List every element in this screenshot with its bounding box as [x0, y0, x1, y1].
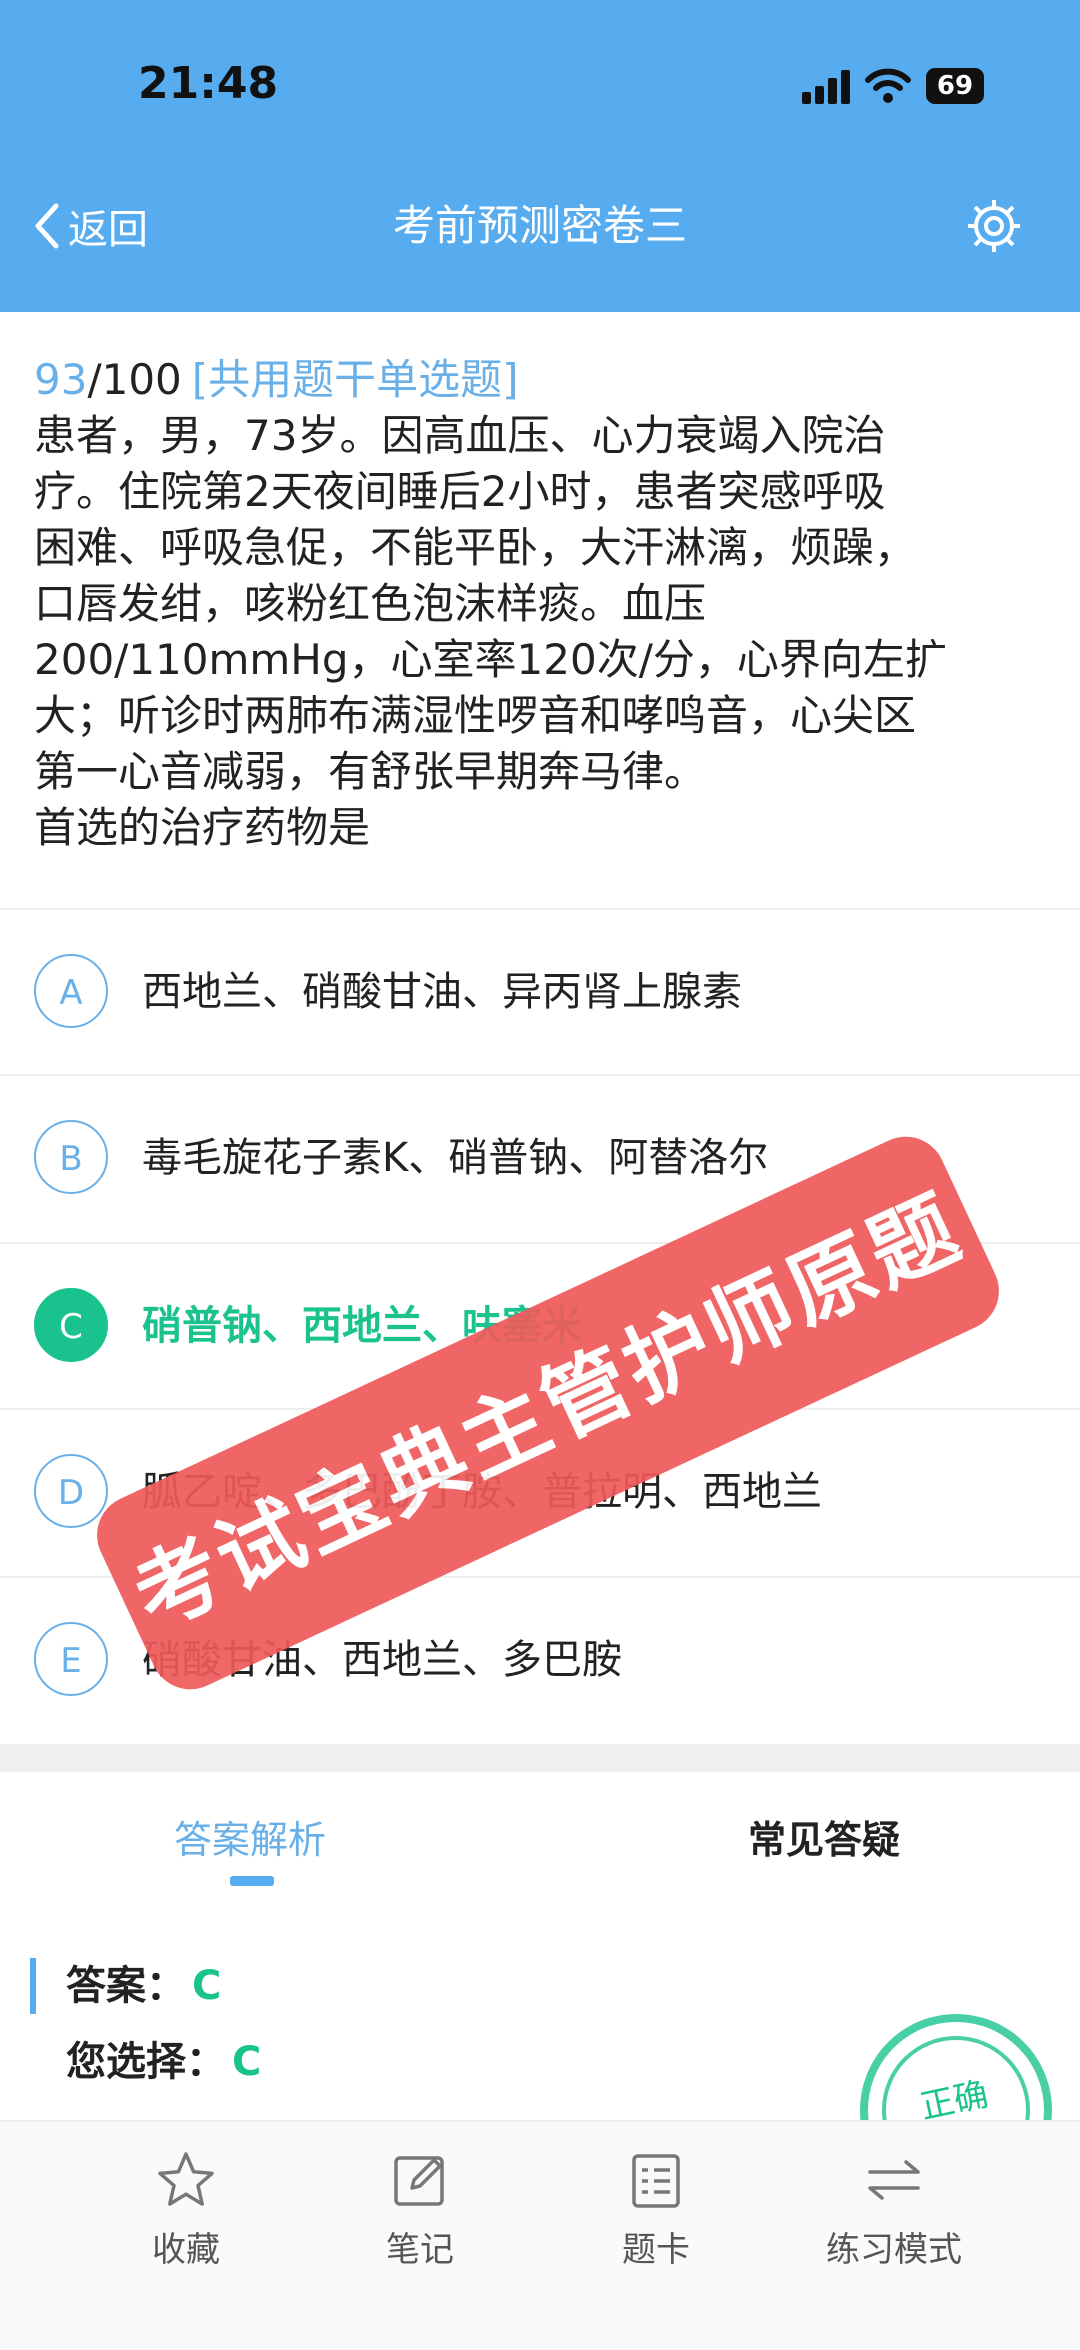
option-letter: A	[34, 954, 108, 1028]
header-bar: 21:48 69 返回 考前预测密卷三	[0, 0, 1080, 312]
favorite-button[interactable]: 收藏	[86, 2148, 286, 2272]
your-choice-value: C	[232, 2039, 262, 2085]
your-choice-label: 您选择：	[66, 2039, 226, 2085]
stem-line: 大；听诊时两肺布满湿性啰音和哮鸣音，心尖区	[34, 691, 917, 740]
practice-mode-button[interactable]: 练习模式	[794, 2148, 994, 2272]
question-total: /100	[87, 355, 182, 404]
question-type: [共用题干单选题]	[191, 355, 519, 404]
option-text: 西地兰、硝酸甘油、异丙肾上腺素	[142, 969, 742, 1015]
signal-icon	[802, 70, 850, 104]
status-time: 21:48	[138, 58, 279, 109]
answer-value: C	[192, 1963, 222, 2009]
battery-icon: 69	[926, 68, 984, 104]
stamp-text: 正确	[917, 2074, 992, 2120]
option-letter: D	[34, 1454, 108, 1528]
question-block: 93/100 [共用题干单选题] 患者，男，73岁。因高血压、心力衰竭入院治 疗。…	[34, 352, 1054, 856]
question-card-label: 题卡	[622, 2230, 690, 2270]
stem-line: 困难、呼吸急促，不能平卧，大汗淋漓，烦躁，	[34, 523, 917, 572]
tab-faq[interactable]: 常见答疑	[748, 1810, 900, 1870]
section-separator	[0, 1744, 1080, 1772]
option-a[interactable]: A 西地兰、硝酸甘油、异丙肾上腺素	[0, 910, 1080, 1074]
option-letter: E	[34, 1622, 108, 1696]
question-header: 93/100 [共用题干单选题]	[34, 352, 1054, 408]
notes-label: 笔记	[386, 2230, 454, 2270]
stem-line: 疗。住院第2天夜间睡后2小时，患者突感呼吸	[34, 467, 886, 516]
swap-arrows-icon	[868, 2160, 920, 2200]
page-title: 考前预测密卷三	[392, 201, 687, 250]
answer-row: 答案： C	[66, 1956, 221, 2016]
answer-label: 答案：	[66, 1963, 186, 2009]
stem-line: 首选的治疗药物是	[34, 803, 371, 852]
list-card-icon	[632, 2154, 680, 2208]
stem-line: 口唇发绀，咳粉红色泡沫样痰。血压	[34, 579, 707, 628]
practice-mode-label: 练习模式	[826, 2230, 962, 2270]
option-letter: B	[34, 1120, 108, 1194]
star-icon	[158, 2152, 214, 2206]
edit-note-icon	[394, 2156, 444, 2206]
question-card-button[interactable]: 题卡	[556, 2148, 756, 2272]
your-choice-row: 您选择： C	[66, 2032, 261, 2092]
option-text: 毒毛旋花子素K、硝普钠、阿替洛尔	[142, 1135, 769, 1181]
correct-stamp-icon: 正确	[860, 2014, 1052, 2120]
stem-line: 200/110mmHg，心室率120次/分，心界向左扩	[34, 635, 947, 684]
battery-level: 69	[936, 71, 974, 101]
notes-button[interactable]: 笔记	[320, 2148, 520, 2272]
stem-line: 第一心音减弱，有舒张早期奔马律。	[34, 747, 707, 796]
question-stem: 患者，男，73岁。因高血压、心力衰竭入院治 疗。住院第2天夜间睡后2小时，患者突…	[34, 408, 1054, 856]
gear-icon[interactable]	[964, 196, 1024, 256]
tab-answer-analysis[interactable]: 答案解析	[174, 1810, 326, 1870]
wifi-icon	[865, 68, 911, 103]
stem-line: 患者，男，73岁。因高血压、心力衰竭入院治	[34, 411, 886, 460]
bottom-toolbar: 收藏 笔记 题卡 练习模式	[0, 2120, 1080, 2350]
favorite-label: 收藏	[152, 2230, 220, 2270]
option-letter-correct: C	[34, 1288, 108, 1362]
answer-accent-bar	[30, 1958, 36, 2014]
tab-active-indicator	[230, 1876, 274, 1886]
question-number: 93	[34, 355, 88, 404]
